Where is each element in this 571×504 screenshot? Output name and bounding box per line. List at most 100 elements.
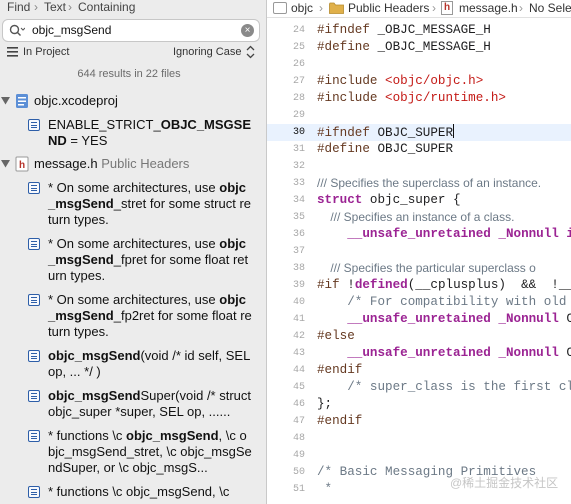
code-area[interactable]: #ifndef _OBJC_MESSAGE_H #define _OBJC_MES…	[317, 18, 571, 504]
jump-separator: ›	[432, 1, 436, 15]
code-line[interactable]: #endif	[317, 413, 362, 430]
svg-text:h: h	[19, 160, 25, 171]
find-mode-breadcrumb: Find › Text › Containing	[0, 0, 266, 16]
result-item-icon	[28, 294, 40, 306]
header-file-icon: h	[441, 1, 453, 15]
line-number: 40	[292, 297, 305, 308]
code-line[interactable]: /* super_class is the first cla	[317, 379, 571, 396]
result-item-icon	[28, 430, 40, 442]
line-number: 44	[292, 365, 305, 376]
disclosure-triangle-icon[interactable]	[1, 159, 10, 168]
code-line[interactable]: #endif	[317, 362, 362, 379]
results-summary: 644 results in 22 files	[77, 68, 181, 80]
line-number: 30	[292, 127, 305, 138]
breadcrumb-find[interactable]: Find	[7, 0, 30, 14]
line-number: 24	[292, 25, 305, 36]
line-number: 34	[292, 195, 305, 206]
folder-icon	[329, 2, 344, 14]
jump-symbol[interactable]: No Selec	[529, 1, 571, 15]
line-number: 51	[292, 484, 305, 495]
line-number: 48	[292, 433, 305, 444]
breadcrumb-containing[interactable]: Containing	[78, 0, 135, 14]
line-number: 49	[292, 450, 305, 461]
result-group-message-h[interactable]: h message.h Public Headers	[0, 155, 266, 175]
line-number: 41	[292, 314, 305, 325]
result-text: objc_msgSend(void /* id self, SEL op, ..…	[48, 348, 250, 379]
search-result-row[interactable]: objc_msgSendSuper(void /* struct objc_su…	[0, 388, 266, 422]
text-caret	[453, 124, 455, 138]
case-sensitivity[interactable]: Ignoring Case	[173, 46, 242, 58]
search-result-row[interactable]: * functions \c objc_msgSend, \c	[0, 484, 266, 502]
line-number: 28	[292, 93, 305, 104]
search-input[interactable]: objc_msgSend	[32, 23, 111, 37]
code-line[interactable]: #if !defined(__cplusplus) && !__	[317, 277, 571, 294]
line-number: 50	[292, 467, 305, 478]
jump-file[interactable]: message.h	[459, 1, 518, 15]
jump-bar: objc › Public Headers › h message.h › No…	[267, 0, 571, 17]
code-line[interactable]: *	[317, 481, 333, 498]
code-line[interactable]: __unsafe_unretained _Nonnull id	[317, 226, 571, 243]
code-line[interactable]: #include <objc/objc.h>	[317, 73, 483, 90]
watermark: @稀土掘金技术社区	[450, 476, 559, 490]
search-result-row[interactable]: * On some architectures, use objc_msgSen…	[0, 236, 266, 286]
line-number: 42	[292, 331, 305, 342]
code-line[interactable]: #include <objc/runtime.h>	[317, 90, 506, 107]
header-file-icon: h	[15, 156, 29, 172]
code-line[interactable]: /// Specifies an instance of a class.	[317, 209, 514, 227]
jump-separator: ›	[519, 1, 523, 15]
group-name: objc.xcodeproj	[34, 93, 118, 108]
code-line[interactable]: /// Specifies the particular superclass …	[317, 260, 535, 278]
code-line[interactable]: #else	[317, 328, 355, 345]
search-result-row[interactable]: * functions \c objc_msgSend, \c objc_msg…	[0, 428, 266, 478]
code-line[interactable]: #ifndef _OBJC_MESSAGE_H	[317, 22, 491, 39]
search-result-row[interactable]: objc_msgSend(void /* id self, SEL op, ..…	[0, 348, 266, 382]
code-line[interactable]: #ifndef OBJC_SUPER	[317, 124, 455, 142]
breadcrumb-separator: ›	[34, 0, 38, 14]
result-item-icon	[28, 486, 40, 498]
code-line[interactable]: struct objc_super {	[317, 192, 461, 209]
result-text: * On some architectures, use objc_msgSen…	[48, 236, 249, 283]
search-scope-bar: In Project Ignoring Case	[0, 44, 266, 62]
group-name: message.h Public Headers	[34, 156, 190, 171]
result-item-icon	[28, 119, 40, 131]
source-editor: objc › Public Headers › h message.h › No…	[267, 0, 571, 504]
line-number: 33	[292, 178, 305, 189]
breadcrumb-text[interactable]: Text	[44, 0, 66, 14]
result-text: objc_msgSendSuper(void /* struct objc_su…	[48, 388, 252, 419]
breadcrumb-separator: ›	[68, 0, 72, 14]
line-number: 39	[292, 280, 305, 291]
line-number: 36	[292, 229, 305, 240]
updown-chevron-icon[interactable]	[246, 45, 255, 59]
search-result-row[interactable]: * On some architectures, use objc_msgSen…	[0, 292, 266, 342]
clear-icon[interactable]: ×	[241, 24, 254, 37]
line-number: 43	[292, 348, 305, 359]
xcodeproj-icon	[16, 94, 28, 108]
line-number: 38	[292, 263, 305, 274]
code-line[interactable]: /* For compatibility with old o	[317, 294, 571, 311]
code-line[interactable]: };	[317, 396, 332, 413]
code-line[interactable]: /// Specifies the superclass of an insta…	[317, 175, 541, 193]
jump-separator: ›	[319, 1, 323, 15]
code-line[interactable]: #define _OBJC_MESSAGE_H	[317, 39, 491, 56]
disclosure-triangle-icon[interactable]	[1, 96, 10, 105]
result-item-icon	[28, 182, 40, 194]
line-number: 46	[292, 399, 305, 410]
result-text: * functions \c objc_msgSend, \c objc_msg…	[48, 428, 252, 475]
result-group-xcodeproj[interactable]: objc.xcodeproj	[0, 92, 266, 112]
result-text: ENABLE_STRICT_OBJC_MSGSE ND = YES	[48, 117, 252, 148]
search-icon[interactable]	[9, 24, 25, 38]
code-line[interactable]: #define OBJC_SUPER	[317, 141, 453, 158]
result-text: * On some architectures, use objc_msgSen…	[48, 180, 252, 227]
scope-in-project[interactable]: In Project	[23, 46, 69, 58]
search-field[interactable]: objc_msgSend ×	[2, 19, 260, 42]
code-line[interactable]: __unsafe_unretained _Nonnull Cl	[317, 345, 571, 362]
search-result-row[interactable]: * On some architectures, use objc_msgSen…	[0, 180, 266, 230]
line-number: 45	[292, 382, 305, 393]
code-line[interactable]: __unsafe_unretained _Nonnull Cl	[317, 311, 571, 328]
find-navigator: Find › Text › Containing objc_msgSend × …	[0, 0, 266, 504]
jump-project[interactable]: objc	[291, 1, 313, 15]
jump-group[interactable]: Public Headers	[348, 1, 429, 15]
line-number: 26	[292, 59, 305, 70]
search-result-row[interactable]: ENABLE_STRICT_OBJC_MSGSE ND = YES	[0, 117, 266, 151]
line-number: 31	[292, 144, 305, 155]
